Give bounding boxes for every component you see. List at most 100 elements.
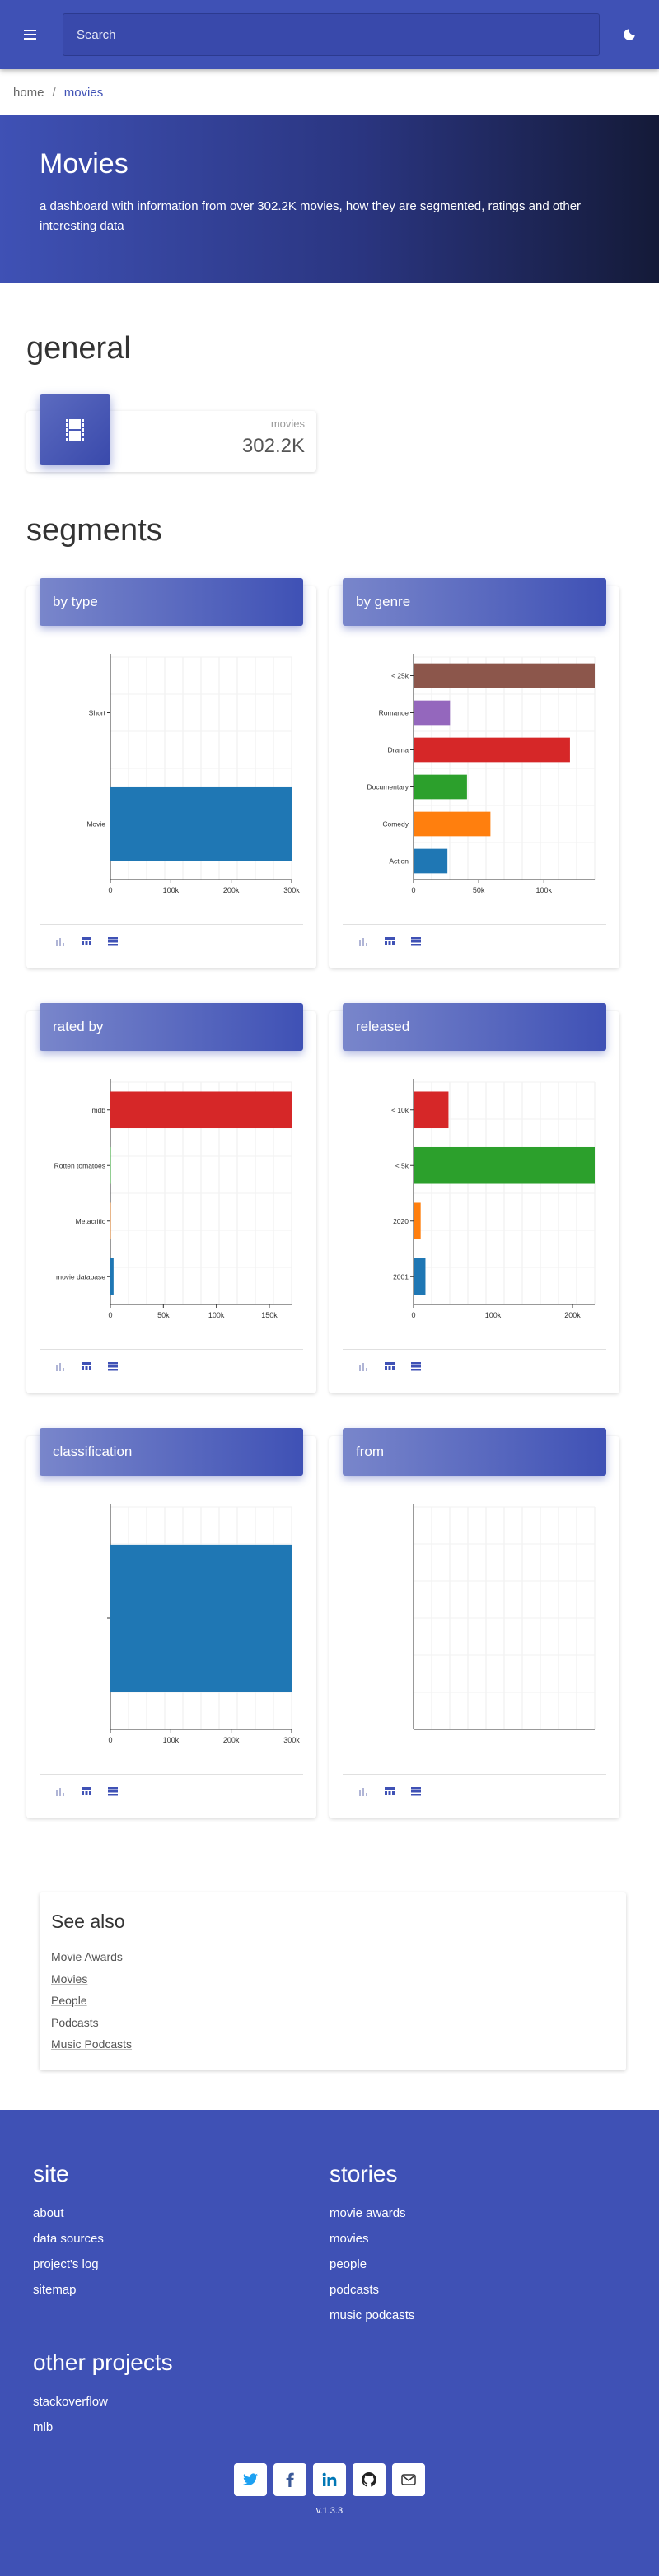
glyph-part [385,1787,395,1790]
footer-heading-other: other projects [33,2350,330,2376]
section-title-segments: segments [0,513,659,548]
y-tick-label: Documentary [367,783,409,791]
footer-col-site: site about data sources project's log si… [33,2161,330,2328]
glyph-part [56,940,58,946]
twitter-icon[interactable] [234,2463,267,2496]
glyph-part [392,1791,395,1795]
glyph-part [366,1368,367,1371]
list-icon[interactable] [105,1359,120,1374]
glyph-part [86,1366,88,1370]
x-tick-label: 150k [261,1311,278,1319]
y-tick-label: Action [389,857,409,866]
chart-card-title: classification [40,1428,303,1476]
glyph-part [411,1365,421,1368]
list-icon[interactable] [409,1784,423,1799]
glyph-part [63,943,64,946]
list-icon[interactable] [105,1784,120,1799]
mail-icon[interactable] [392,2463,425,2496]
see-also-link[interactable]: People [51,1990,613,2012]
glyph-part [362,1788,364,1796]
table-icon-glyph [384,936,395,947]
footer-link[interactable]: movies [330,2226,626,2252]
moon-icon[interactable] [616,21,643,48]
see-also-link[interactable]: Movies [51,1968,613,1990]
glyph-part [411,1362,421,1365]
bar [414,701,450,726]
y-tick-label: Short [89,709,106,717]
facebook-icon[interactable] [273,2463,306,2496]
table-icon[interactable] [382,934,397,949]
see-also-link[interactable]: Movie Awards [51,1946,613,1968]
footer-link[interactable]: mlb [33,2415,330,2440]
footer-link[interactable]: movie awards [330,2200,626,2226]
y-tick-label: movie database [56,1272,105,1281]
footer-link[interactable]: stackoverflow [33,2389,330,2415]
chart-card: from [330,1436,619,1818]
breadcrumb-home[interactable]: home [13,86,44,100]
search-input[interactable] [63,13,600,56]
footer-link[interactable]: sitemap [33,2277,330,2303]
github-icon[interactable] [353,2463,386,2496]
chart-card-title: by genre [343,578,606,626]
table-icon[interactable] [79,934,94,949]
footer-link[interactable]: about [33,2200,330,2226]
breadcrumb-current[interactable]: movies [64,86,104,100]
hamburger-icon[interactable] [16,21,43,48]
list-icon[interactable] [105,934,120,949]
glyph-part [59,1363,61,1371]
bar [414,1147,595,1184]
y-tick-label: Romance [379,709,409,717]
glyph-part [82,1791,84,1795]
chart-svg: 050k100k< 25kRomanceDramaDocumentaryCome… [343,644,606,899]
bar-chart-icon-glyph [358,936,369,947]
glyph-part [366,1793,367,1796]
footer-link[interactable]: podcasts [330,2277,626,2303]
glyph-part [108,1790,118,1793]
list-icon-glyph [107,1360,119,1372]
bar [110,1545,292,1692]
see-also-link[interactable]: Music Podcasts [51,2033,613,2056]
x-tick-label: 200k [223,886,240,894]
list-icon[interactable] [409,934,423,949]
glyph-part [411,1369,421,1371]
footer-link[interactable]: data sources [33,2226,330,2252]
list-icon[interactable] [409,1359,423,1374]
glyph-part [56,1365,58,1371]
footer-link[interactable]: people [330,2252,626,2277]
glyph-part [359,940,361,946]
x-tick-label: 100k [536,886,553,894]
table-icon[interactable] [382,1784,397,1799]
y-tick-label: Metacritic [76,1217,106,1225]
table-icon[interactable] [79,1784,94,1799]
table-icon[interactable] [382,1359,397,1374]
bar-chart-icon[interactable] [53,934,68,949]
table-icon-glyph [384,1785,395,1797]
glyph-part [108,1369,118,1371]
bar-chart-icon[interactable] [356,1784,371,1799]
linkedin-icon[interactable] [313,2463,346,2496]
bar-chart-icon[interactable] [356,1359,371,1374]
chart-card-title: from [343,1428,606,1476]
see-also-link[interactable]: Podcasts [51,2012,613,2034]
top-bar [0,0,659,69]
footer-link[interactable]: music podcasts [330,2303,626,2328]
chart-card: released 0100k200k< 10k< 5k20202001 [330,1011,619,1393]
x-tick-label: 50k [157,1311,170,1319]
chart-card-footer [343,1349,606,1382]
glyph-part [108,1365,118,1368]
bar [414,738,570,763]
table-icon-glyph [81,936,92,947]
glyph-part [63,1368,64,1371]
glyph-part [82,1787,91,1790]
social-links [33,2463,626,2496]
glyph-part [411,944,421,946]
x-tick-label: 0 [411,1311,415,1319]
footer-link[interactable]: project's log [33,2252,330,2277]
bar-chart-icon[interactable] [53,1784,68,1799]
x-tick-label: 0 [108,1736,112,1744]
bar-chart-icon[interactable] [53,1359,68,1374]
bar-chart-icon[interactable] [356,934,371,949]
bar [110,1091,292,1128]
x-tick-label: 0 [108,886,112,894]
table-icon[interactable] [79,1359,94,1374]
